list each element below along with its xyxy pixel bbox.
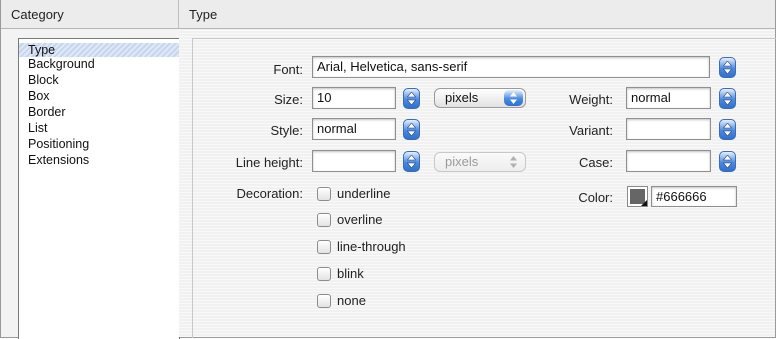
up-down-arrows-icon [723, 155, 732, 168]
decoration-label: Decoration: [236, 186, 303, 201]
weight-label: Weight: [569, 92, 613, 107]
category-item-block[interactable]: Block [19, 73, 179, 87]
blink-checkbox-label: blink [337, 266, 364, 281]
size-unit-select[interactable]: pixels [434, 88, 526, 108]
dropdown-corner-icon [641, 200, 647, 206]
select-arrows-icon [504, 90, 523, 106]
category-header-label: Category [11, 7, 64, 22]
line-height-unit-value: pixels [445, 154, 479, 169]
up-down-arrows-icon [407, 92, 416, 105]
category-item-list[interactable]: List [19, 121, 179, 135]
case-field[interactable] [626, 150, 711, 172]
line-through-checkbox-label: line-through [337, 239, 406, 254]
weight-spinner[interactable] [719, 88, 736, 109]
up-down-arrows-icon [723, 61, 732, 74]
variant-field[interactable] [626, 118, 711, 140]
category-item-extensions[interactable]: Extensions [19, 153, 179, 167]
up-down-arrows-icon [723, 92, 732, 105]
up-down-arrows-icon [407, 155, 416, 168]
style-spinner[interactable] [403, 119, 420, 140]
category-item-box[interactable]: Box [19, 89, 179, 103]
underline-checkbox-label: underline [337, 186, 391, 201]
size-label: Size: [274, 92, 303, 107]
size-unit-value: pixels [445, 90, 479, 105]
case-label: Case: [579, 155, 613, 170]
type-panel-header: Type [179, 0, 775, 29]
category-list[interactable]: Type Background Block Box Border List Po… [18, 38, 180, 339]
category-item-background[interactable]: Background [19, 57, 179, 71]
font-label: Font: [273, 62, 303, 77]
color-label: Color: [578, 190, 613, 205]
size-field[interactable]: 10 [312, 87, 396, 109]
line-through-checkbox[interactable] [317, 240, 331, 254]
type-header-label: Type [189, 7, 218, 22]
category-item-type[interactable]: Type [19, 43, 179, 57]
font-spinner[interactable] [719, 57, 736, 78]
none-checkbox[interactable] [317, 294, 331, 308]
size-spinner[interactable] [403, 88, 420, 109]
category-column-header: Category [1, 0, 179, 29]
case-spinner[interactable] [719, 151, 736, 172]
underline-checkbox[interactable] [317, 187, 331, 201]
overline-checkbox-label: overline [337, 212, 383, 227]
overline-checkbox[interactable] [317, 213, 331, 227]
category-item-border[interactable]: Border [19, 105, 179, 119]
line-height-label: Line height: [235, 155, 303, 170]
variant-label: Variant: [569, 123, 613, 138]
weight-field[interactable]: normal [626, 87, 711, 109]
style-field[interactable]: normal [312, 118, 396, 140]
select-arrows-icon [504, 154, 523, 170]
font-field[interactable]: Arial, Helvetica, sans-serif [312, 56, 710, 78]
color-hex-field[interactable]: #666666 [651, 186, 737, 207]
up-down-arrows-icon [723, 123, 732, 136]
style-label: Style: [270, 123, 303, 138]
blink-checkbox[interactable] [317, 267, 331, 281]
color-swatch-icon[interactable] [627, 186, 648, 207]
line-height-spinner[interactable] [403, 151, 420, 172]
line-height-field[interactable] [312, 150, 396, 172]
none-checkbox-label: none [337, 293, 366, 308]
category-item-positioning[interactable]: Positioning [19, 137, 179, 151]
up-down-arrows-icon [407, 123, 416, 136]
variant-spinner[interactable] [719, 119, 736, 140]
line-height-unit-select[interactable]: pixels [434, 152, 526, 172]
css-rule-definition-dialog: Category Type Type Background Block Box … [0, 0, 776, 339]
